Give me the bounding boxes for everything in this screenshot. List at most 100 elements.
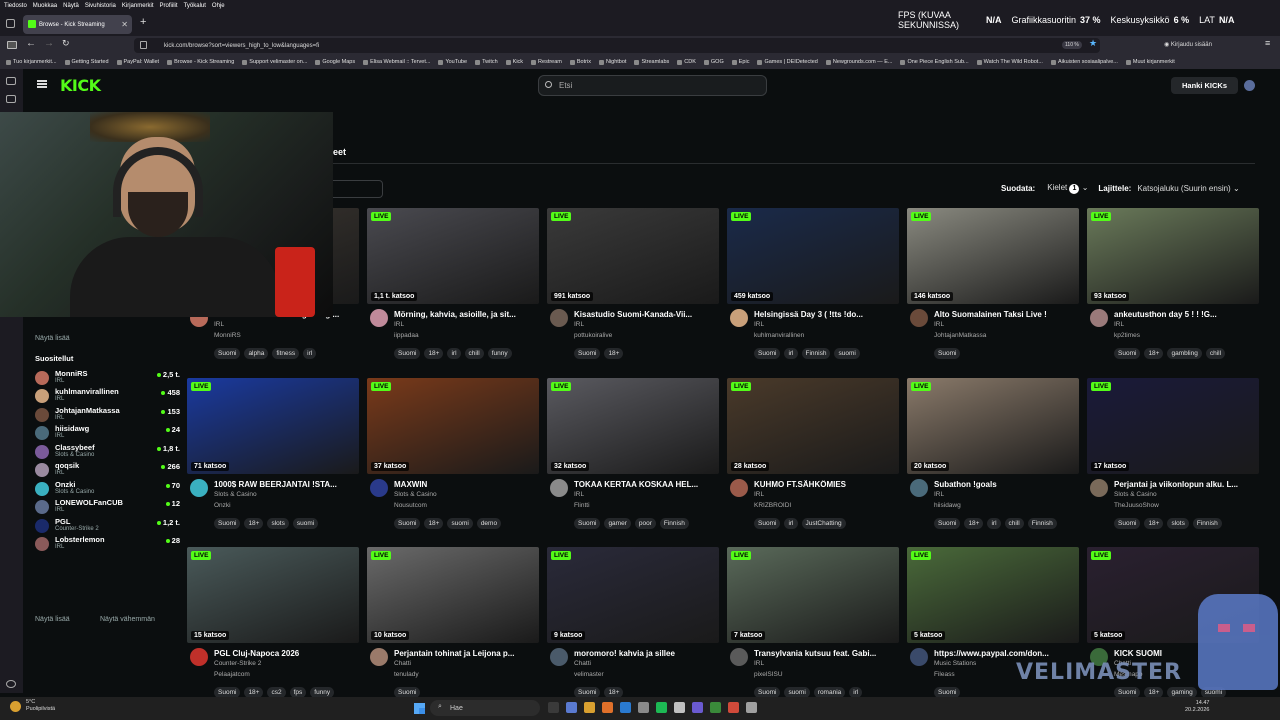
- stream-tag[interactable]: gamer: [604, 518, 631, 529]
- sidebar-channel-item[interactable]: Lobsterlemon IRL 28: [35, 535, 180, 553]
- stream-tag[interactable]: poor: [634, 518, 656, 529]
- close-tab-icon[interactable]: ✕: [121, 20, 128, 29]
- streamer-avatar[interactable]: [550, 479, 568, 497]
- stream-tag[interactable]: 18+: [1144, 518, 1164, 529]
- stream-tag[interactable]: irl: [784, 518, 798, 529]
- new-tab-button[interactable]: +: [140, 16, 146, 28]
- stream-thumbnail[interactable]: LIVE 991 katsoo: [547, 208, 719, 304]
- streamer-avatar[interactable]: [370, 479, 388, 497]
- stream-tag[interactable]: Suomi: [214, 348, 241, 359]
- stream-tag[interactable]: 18+: [604, 348, 624, 359]
- stream-category[interactable]: Slots & Casino: [214, 491, 257, 498]
- sidebar-history-icon[interactable]: [6, 95, 16, 103]
- streamer-name[interactable]: kp2times: [1114, 332, 1140, 339]
- stream-thumbnail[interactable]: LIVE 9 katsoo: [547, 547, 719, 643]
- stream-thumbnail[interactable]: LIVE 20 katsoo: [907, 378, 1079, 474]
- stream-tag[interactable]: Finnish: [659, 518, 689, 529]
- streamer-name[interactable]: iippadaa: [394, 332, 419, 339]
- stream-tag[interactable]: Suomi: [574, 518, 601, 529]
- search-input[interactable]: Etsi: [538, 75, 767, 96]
- stream-tag[interactable]: irl: [987, 518, 1001, 529]
- streamer-avatar[interactable]: [730, 309, 748, 327]
- stream-tag[interactable]: Suomi: [934, 348, 961, 359]
- menu-item[interactable]: Työkalut: [184, 3, 206, 9]
- streamer-avatar[interactable]: [370, 309, 388, 327]
- weather-widget[interactable]: 5°C Puolipilvistä: [26, 699, 55, 713]
- stream-tag[interactable]: irl: [784, 348, 798, 359]
- stream-tag[interactable]: funny: [487, 348, 512, 359]
- bookmark-item[interactable]: PayPal: Wallet: [116, 59, 159, 65]
- stream-thumbnail[interactable]: LIVE 1,1 t. katsoo: [367, 208, 539, 304]
- sidebar-channel-item[interactable]: Classybeef Slots & Casino 1,8 t.: [35, 443, 180, 461]
- stream-title[interactable]: ankeutusthon day 5 ! ! !G...: [1114, 310, 1259, 319]
- streamer-avatar[interactable]: [190, 648, 208, 666]
- sidebar-toggle-icon[interactable]: [7, 41, 17, 49]
- stream-card[interactable]: LIVE 10 katsoo Perjantain tohinat ja Leijo…: [367, 547, 539, 707]
- stream-thumbnail[interactable]: LIVE 28 katsoo: [727, 378, 899, 474]
- stream-thumbnail[interactable]: LIVE 15 katsoo: [187, 547, 359, 643]
- streamer-name[interactable]: tenulady: [394, 671, 419, 678]
- stream-title[interactable]: Mörning, kahvia, asioille, ja sit...: [394, 310, 539, 319]
- bookmark-item[interactable]: Getting Started: [64, 59, 109, 65]
- stream-category[interactable]: Slots & Casino: [1114, 491, 1157, 498]
- stream-category[interactable]: IRL: [754, 660, 764, 667]
- get-kicks-button[interactable]: Hanki KICKs: [1171, 77, 1238, 94]
- streamer-name[interactable]: MonniRS: [214, 332, 241, 339]
- weather-icon[interactable]: [10, 701, 21, 712]
- stream-tag[interactable]: 18+: [424, 518, 444, 529]
- stream-thumbnail[interactable]: LIVE 146 katsoo: [907, 208, 1079, 304]
- menu-icon[interactable]: ≡: [1265, 38, 1270, 48]
- streamer-avatar[interactable]: [190, 479, 208, 497]
- forward-arrow-icon[interactable]: →: [44, 38, 54, 49]
- stream-tag[interactable]: Suomi: [574, 348, 601, 359]
- signin-button[interactable]: ◉ Kirjaudu sisään: [1164, 41, 1212, 48]
- hamburger-menu-icon[interactable]: [37, 80, 47, 88]
- sidebar-channel-item[interactable]: kuhlmanvirallinen IRL 458: [35, 387, 180, 405]
- stream-category[interactable]: Music Stations: [934, 660, 976, 667]
- bookmark-item[interactable]: Newgrounds.com — E...: [825, 59, 892, 65]
- url-bar[interactable]: kick.com/browse?sort=viewers_high_to_low…: [134, 38, 1100, 53]
- taskbar-search[interactable]: ⌕ Hae: [430, 700, 540, 716]
- stream-title[interactable]: Transylvania kutsuu feat. Gabi...: [754, 649, 899, 658]
- stream-card[interactable]: LIVE 15 katsoo PGL Cluj-Napoca 2026 Counter…: [187, 547, 359, 707]
- stream-title[interactable]: PGL Cluj-Napoca 2026: [214, 649, 359, 658]
- stream-thumbnail[interactable]: LIVE 5 katsoo: [907, 547, 1079, 643]
- user-avatar[interactable]: [1244, 80, 1255, 91]
- stream-tag[interactable]: suomi: [834, 348, 860, 359]
- stream-category[interactable]: IRL: [1114, 321, 1124, 328]
- stream-title[interactable]: Perjantain tohinat ja Leijona p...: [394, 649, 539, 658]
- kick-logo[interactable]: KICK: [60, 76, 101, 95]
- stream-title[interactable]: 1000$ RAW BEERJANTAI !STA...: [214, 480, 359, 489]
- stream-card[interactable]: LIVE 146 katsoo Alto Suomalainen Taksi Liv…: [907, 208, 1079, 368]
- sidebar-channel-item[interactable]: PGL Counter-Strike 2 1,2 t.: [35, 517, 180, 535]
- stream-tag[interactable]: Suomi: [754, 348, 781, 359]
- stream-tag[interactable]: chill: [464, 348, 484, 359]
- stream-tag[interactable]: demo: [476, 518, 502, 529]
- stream-thumbnail[interactable]: LIVE 93 katsoo: [1087, 208, 1259, 304]
- stream-tag[interactable]: fitness: [272, 348, 300, 359]
- app-icon[interactable]: [674, 702, 685, 713]
- chrome-icon[interactable]: [638, 702, 649, 713]
- stream-card[interactable]: LIVE 71 katsoo 1000$ RAW BEERJANTAI !STA..…: [187, 378, 359, 538]
- firefox-icon[interactable]: [602, 702, 613, 713]
- bookmark-item[interactable]: Aikuisten sosiaalipalve...: [1050, 59, 1118, 65]
- bookmark-item[interactable]: Kick: [505, 59, 523, 65]
- streamer-name[interactable]: JohtajanMatkassa: [934, 332, 986, 339]
- menu-item[interactable]: Profiilit: [160, 3, 178, 9]
- spotify-icon[interactable]: [656, 702, 667, 713]
- stream-tag[interactable]: Finnish: [1192, 518, 1222, 529]
- bookmark-item[interactable]: Nightbot: [598, 59, 626, 65]
- streamer-avatar[interactable]: [730, 648, 748, 666]
- stream-tag[interactable]: gambling: [1167, 348, 1202, 359]
- filter-input[interactable]: [333, 180, 383, 198]
- task-view-icon[interactable]: [548, 702, 559, 713]
- stream-title[interactable]: MAXWIN: [394, 480, 539, 489]
- bookmark-item[interactable]: Streamlabs: [634, 59, 669, 65]
- stream-card[interactable]: LIVE 37 katsoo MAXWIN Slots & Casino Nousutc…: [367, 378, 539, 538]
- sidebar-channel-item[interactable]: Onzki Slots & Casino 70: [35, 480, 180, 498]
- streamer-avatar[interactable]: [910, 648, 928, 666]
- bookmark-item[interactable]: One Piece English Sub...: [900, 59, 969, 65]
- stream-category[interactable]: IRL: [574, 491, 584, 498]
- stream-tag[interactable]: Suomi: [394, 348, 421, 359]
- bookmark-item[interactable]: Games | DEIDetected: [757, 59, 818, 65]
